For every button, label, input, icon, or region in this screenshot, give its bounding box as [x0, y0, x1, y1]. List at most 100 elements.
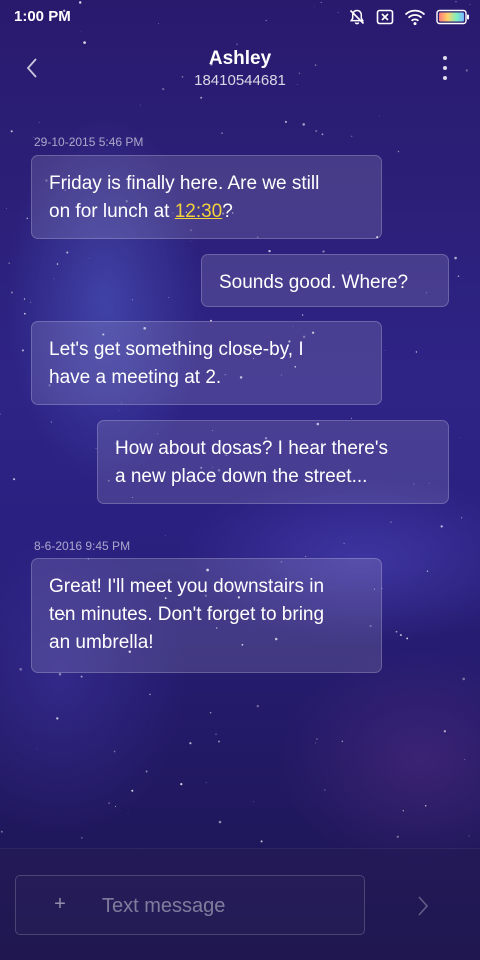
star [315, 742, 317, 744]
more-vertical-icon [443, 56, 447, 60]
message-input[interactable] [100, 888, 354, 924]
send-button[interactable] [408, 891, 438, 921]
star [396, 835, 399, 838]
message-text: ? [222, 201, 233, 222]
star [395, 630, 398, 633]
notifications-off-icon [348, 8, 366, 26]
star [218, 740, 220, 743]
star [302, 123, 306, 126]
star [322, 250, 325, 253]
attach-button[interactable]: + [48, 892, 72, 916]
star [397, 150, 400, 153]
star [218, 820, 222, 824]
star [221, 132, 223, 134]
star [457, 275, 460, 277]
message-text-line: How about dosas? I hear there's [115, 438, 388, 459]
star [80, 675, 83, 678]
star [23, 312, 26, 315]
star [424, 805, 427, 807]
star [462, 677, 466, 681]
status-time: 1:00 PM [14, 8, 71, 25]
star [165, 535, 167, 537]
message-text-line: Friday is finally here. Are we still [49, 173, 320, 194]
star [379, 115, 380, 117]
star [23, 298, 26, 300]
star [324, 789, 326, 791]
star [321, 133, 324, 136]
star [468, 835, 470, 837]
star [443, 730, 447, 733]
incoming-message[interactable]: Let's get something close-by, I have a m… [31, 321, 382, 405]
contact-name: Ashley [208, 48, 272, 69]
star [399, 634, 402, 637]
message-composer: + [0, 848, 480, 960]
conversation-header: Ashley 18410544681 [0, 40, 480, 100]
contact-number: 18410544681 [194, 72, 286, 89]
status-bar: 1:00 PM [0, 0, 480, 34]
message-text-line: an umbrella! [49, 632, 154, 653]
star [56, 717, 59, 720]
star [127, 812, 129, 814]
star [390, 521, 392, 523]
star [38, 121, 40, 123]
message-text-line: have a meeting at 2. [49, 367, 222, 388]
star [10, 291, 13, 294]
time-link[interactable]: 12:30 [175, 201, 223, 222]
message-timestamp: 8-6-2016 9:45 PM [34, 539, 131, 553]
star [351, 417, 353, 419]
star [0, 413, 1, 415]
message-timestamp: 29-10-2015 5:46 PM [34, 135, 144, 149]
star [415, 351, 418, 353]
star [19, 667, 23, 671]
star [384, 349, 386, 351]
star [180, 782, 183, 786]
star [341, 740, 343, 742]
star [284, 120, 287, 123]
star [36, 748, 38, 750]
star [426, 570, 429, 572]
message-text-line: Great! I'll meet you downstairs in [49, 576, 325, 597]
star [460, 517, 463, 519]
star [89, 258, 90, 259]
outgoing-message[interactable]: How about dosas? I hear there's a new pl… [97, 420, 449, 504]
star [131, 789, 134, 792]
star [316, 738, 318, 740]
star [215, 733, 217, 736]
message-text-line: Sounds good. Where? [219, 272, 409, 293]
outgoing-message[interactable]: Sounds good. Where? [201, 254, 449, 307]
star [113, 750, 116, 753]
star [168, 297, 170, 298]
star [131, 299, 134, 301]
star [81, 837, 83, 839]
battery-icon [436, 9, 470, 25]
message-text: on for lunch at [49, 201, 175, 222]
star [460, 436, 461, 438]
star [0, 830, 3, 833]
star [30, 301, 32, 303]
star [406, 637, 409, 640]
star [26, 217, 29, 220]
star [50, 421, 53, 423]
star [108, 802, 110, 804]
incoming-message[interactable]: Great! I'll meet you downstairs in ten m… [31, 558, 382, 673]
message-input-box: + [15, 875, 365, 935]
star [149, 693, 151, 696]
star [10, 130, 13, 133]
star [66, 251, 69, 254]
star [305, 556, 307, 558]
star [114, 805, 116, 807]
star [21, 349, 24, 352]
star [140, 104, 142, 106]
star [260, 840, 263, 843]
star [440, 525, 443, 528]
incoming-message[interactable]: Friday is finally here. Are we still on … [31, 155, 382, 239]
message-text-line: ten minutes. Don't forget to bring [49, 604, 325, 625]
star [118, 410, 120, 411]
more-options-button[interactable] [440, 56, 450, 80]
star [351, 135, 353, 137]
message-text-line: on for lunch at 12:30? [49, 198, 364, 226]
message-text-line: a new place down the street... [115, 466, 368, 487]
star [253, 801, 254, 802]
star [205, 782, 207, 784]
star [8, 262, 11, 265]
